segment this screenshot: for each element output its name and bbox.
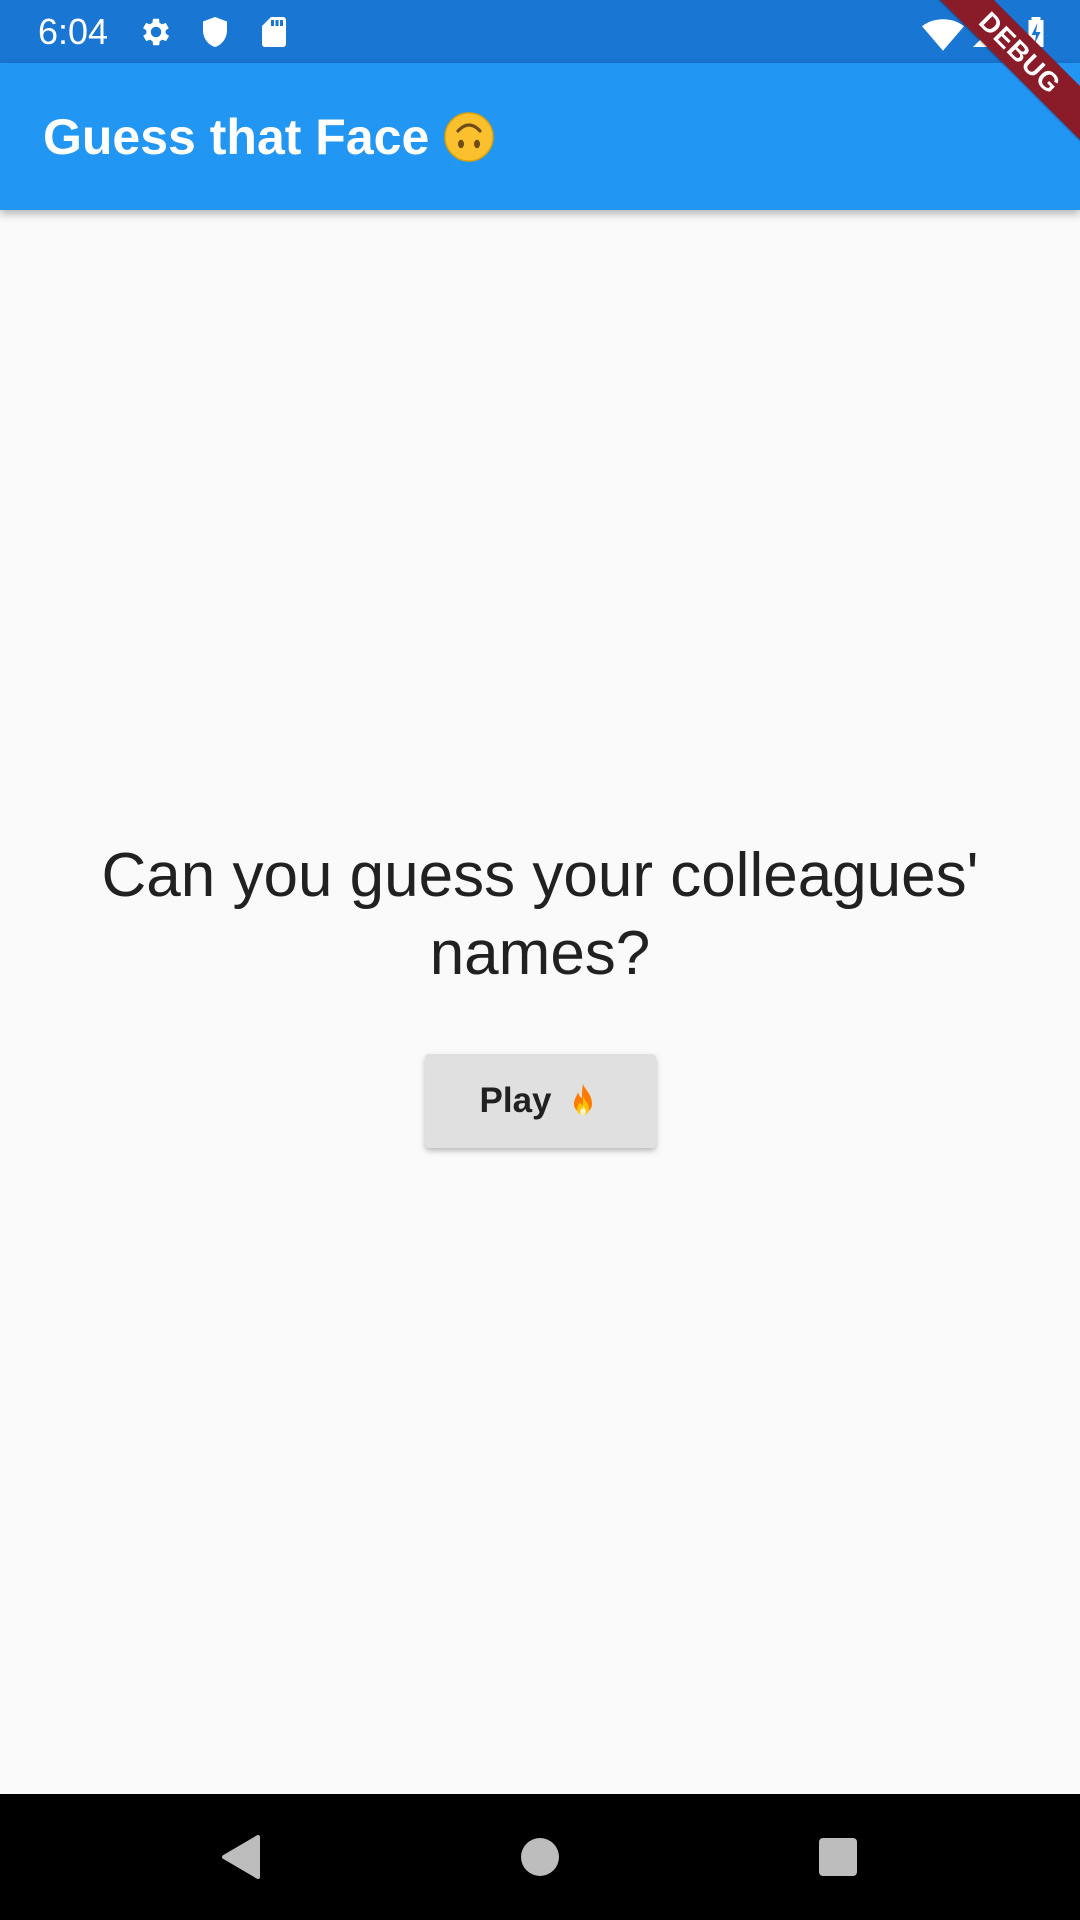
shield-icon bbox=[197, 14, 233, 50]
main-content: Can you guess your colleagues' names? Pl… bbox=[0, 210, 1080, 1794]
screen: 6:04 Guess that Face DEBUG Can you guess… bbox=[0, 0, 1080, 1920]
back-icon[interactable] bbox=[210, 1827, 270, 1887]
recents-icon[interactable] bbox=[808, 1827, 868, 1887]
upside-down-face-icon bbox=[443, 111, 495, 163]
app-bar: Guess that Face bbox=[0, 63, 1080, 210]
play-button-label: Play bbox=[479, 1081, 552, 1120]
home-icon[interactable] bbox=[510, 1827, 570, 1887]
wifi-icon bbox=[922, 14, 964, 56]
nav-bar bbox=[0, 1794, 1080, 1920]
app-title-text: Guess that Face bbox=[43, 109, 430, 165]
sd-card-icon bbox=[256, 14, 292, 50]
fire-icon bbox=[564, 1082, 602, 1120]
play-button[interactable]: Play bbox=[425, 1054, 656, 1148]
status-time: 6:04 bbox=[38, 11, 109, 52]
app-title: Guess that Face bbox=[43, 107, 495, 167]
gear-icon bbox=[138, 14, 174, 50]
status-bar: 6:04 bbox=[0, 0, 1080, 63]
prompt-text: Can you guess your colleagues' names? bbox=[101, 841, 979, 988]
